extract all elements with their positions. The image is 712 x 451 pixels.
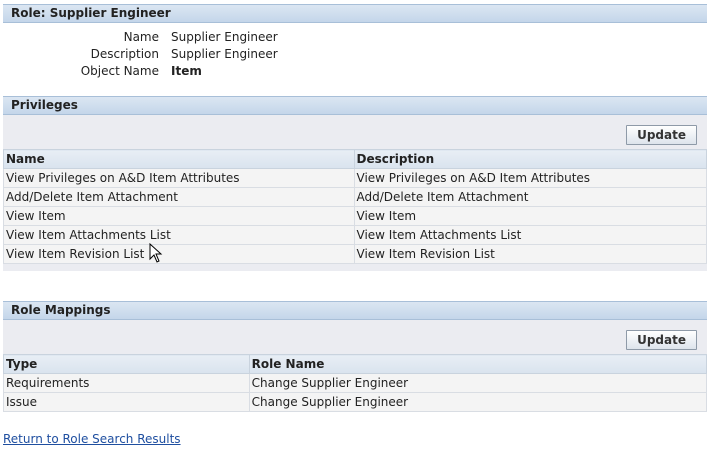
role-mappings-title: Role Mappings bbox=[11, 303, 111, 317]
role-mappings-section-header: Role Mappings bbox=[3, 301, 707, 320]
table-row: View Item Attachments List View Item Att… bbox=[3, 225, 707, 245]
mouse-pointer-icon bbox=[149, 243, 163, 263]
privilege-description-cell: View Privileges on A&D Item Attributes bbox=[353, 168, 707, 188]
property-description-row: Description Supplier Engineer bbox=[0, 46, 712, 63]
table-header-row: Type Role Name bbox=[3, 354, 708, 374]
role-title: Role: Supplier Engineer bbox=[11, 6, 171, 20]
role-mappings-table: Type Role Name Requirements Change Suppl… bbox=[3, 354, 708, 412]
column-header-role-name[interactable]: Role Name bbox=[248, 354, 708, 374]
table-row: View Item View Item bbox=[3, 206, 707, 226]
property-name-label: Name bbox=[123, 30, 159, 44]
table-row: View Item Revision List View Item Revisi… bbox=[3, 244, 707, 264]
mapping-type-cell: Requirements bbox=[3, 373, 250, 393]
table-header-row: Name Description bbox=[3, 149, 707, 169]
return-to-role-search-results-link[interactable]: Return to Role Search Results bbox=[3, 432, 181, 446]
privilege-description-cell: Add/Delete Item Attachment bbox=[353, 187, 707, 207]
property-name-value: Supplier Engineer bbox=[171, 30, 278, 44]
role-mappings-update-button[interactable]: Update bbox=[626, 330, 697, 350]
table-row: Issue Change Supplier Engineer bbox=[3, 392, 708, 412]
table-row: Add/Delete Item Attachment Add/Delete It… bbox=[3, 187, 707, 207]
privileges-section-header: Privileges bbox=[3, 96, 707, 115]
table-row: Requirements Change Supplier Engineer bbox=[3, 373, 708, 393]
column-header-description[interactable]: Description bbox=[353, 149, 707, 169]
property-description-label: Description bbox=[90, 47, 159, 61]
property-object-name-row: Object Name Item bbox=[0, 63, 712, 80]
column-header-name[interactable]: Name bbox=[3, 149, 355, 169]
privilege-description-cell: View Item Attachments List bbox=[353, 225, 707, 245]
privilege-name-cell: Add/Delete Item Attachment bbox=[3, 187, 355, 207]
column-header-type[interactable]: Type bbox=[3, 354, 250, 374]
privilege-name-cell: View Item Attachments List bbox=[3, 225, 355, 245]
privilege-name-cell: View Privileges on A&D Item Attributes bbox=[3, 168, 355, 188]
privilege-name-cell: View Item Revision List bbox=[3, 244, 355, 264]
mapping-role-name-cell: Change Supplier Engineer bbox=[248, 392, 708, 412]
property-object-name-label: Object Name bbox=[80, 64, 159, 78]
role-section-header: Role: Supplier Engineer bbox=[3, 4, 707, 23]
property-description-value: Supplier Engineer bbox=[171, 47, 278, 61]
property-name-row: Name Supplier Engineer bbox=[0, 29, 712, 46]
privilege-description-cell: View Item Revision List bbox=[353, 244, 707, 264]
mapping-role-name-cell: Change Supplier Engineer bbox=[248, 373, 708, 393]
table-row: View Privileges on A&D Item Attributes V… bbox=[3, 168, 707, 188]
privileges-update-button[interactable]: Update bbox=[626, 125, 697, 145]
privileges-title: Privileges bbox=[11, 98, 78, 112]
privileges-table: Name Description View Privileges on A&D … bbox=[3, 149, 707, 264]
privileges-panel: Update Name Description View Privileges … bbox=[3, 115, 707, 271]
privilege-description-cell: View Item bbox=[353, 206, 707, 226]
privilege-name-cell: View Item bbox=[3, 206, 355, 226]
property-object-name-value: Item bbox=[171, 64, 202, 78]
role-mappings-panel: Update Type Role Name Requirements Chang… bbox=[3, 320, 708, 412]
mapping-type-cell: Issue bbox=[3, 392, 250, 412]
